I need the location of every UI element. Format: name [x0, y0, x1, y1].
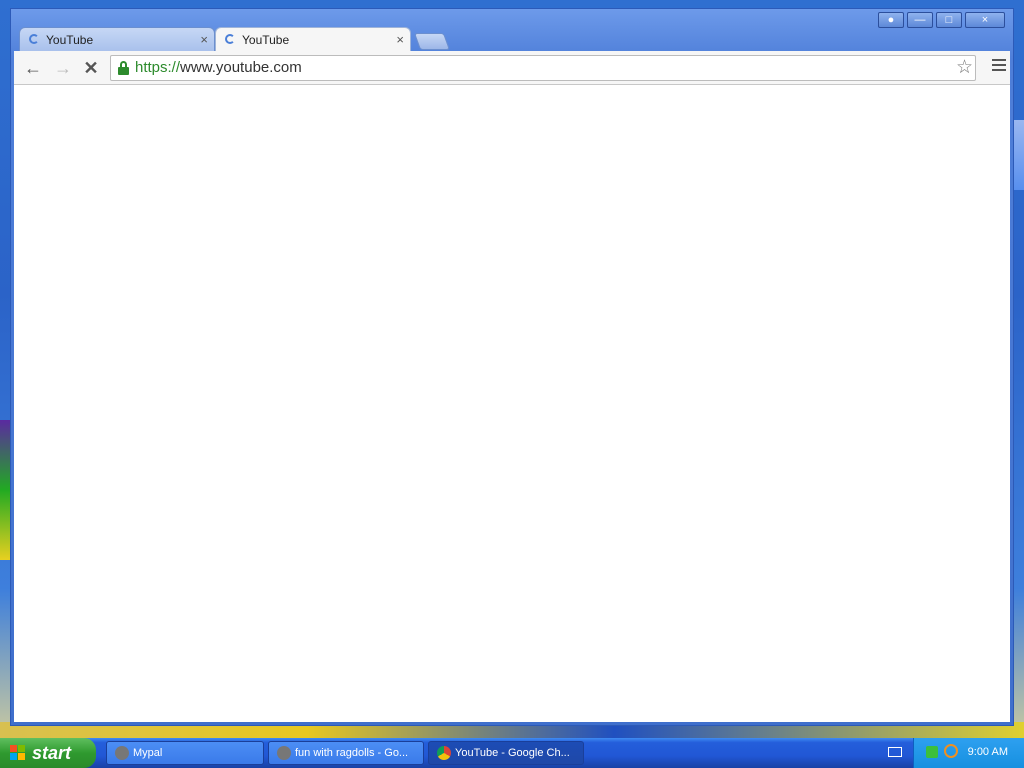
tab-title: YouTube — [242, 33, 290, 47]
new-tab-button[interactable] — [413, 33, 451, 50]
tab-youtube-1[interactable]: YouTube × — [19, 27, 215, 51]
tab-close-icon[interactable]: × — [200, 28, 208, 52]
clock: 9:00 AM — [967, 746, 1008, 758]
url-host: www.youtube.com — [180, 59, 302, 76]
url-text[interactable]: https://www.youtube.com — [135, 59, 302, 77]
tab-strip: YouTube × YouTube × — [19, 27, 1009, 51]
toolbar: ← → ✕ https://www.youtube.com ☆ — [14, 51, 1010, 85]
system-tray: 9:00 AM — [913, 738, 1024, 768]
minimize-icon[interactable]: — — [907, 12, 933, 28]
menu-icon[interactable] — [992, 59, 1006, 74]
network-icon[interactable] — [926, 746, 938, 758]
windows-logo-icon — [10, 745, 26, 761]
address-bar[interactable]: https://www.youtube.com ☆ — [110, 55, 976, 81]
taskbar-item-mypal[interactable]: Mypal — [106, 741, 264, 765]
tab-title: YouTube — [46, 33, 94, 47]
maximize-icon[interactable]: □ — [936, 12, 962, 28]
keyboard-icon[interactable] — [888, 747, 902, 757]
tab-close-icon[interactable]: × — [396, 28, 404, 52]
lock-icon — [118, 61, 129, 75]
chrome-icon — [437, 746, 451, 760]
taskbar-item-ragdolls[interactable]: fun with ragdolls - Go... — [268, 741, 424, 765]
user-icon[interactable]: ● — [878, 12, 904, 28]
taskbar-item-label: YouTube - Google Ch... — [455, 747, 570, 759]
star-icon[interactable]: ☆ — [956, 57, 973, 79]
search-icon[interactable] — [944, 744, 958, 758]
loading-icon — [29, 34, 39, 44]
start-button[interactable]: start — [0, 738, 96, 768]
taskbar-item-label: Mypal — [133, 747, 163, 759]
close-icon[interactable]: × — [965, 12, 1005, 28]
taskbar-item-youtube[interactable]: YouTube - Google Ch... — [428, 741, 584, 765]
back-arrow-icon[interactable]: ← — [22, 57, 44, 79]
window-controls: ● — □ × — [875, 12, 1005, 28]
taskbar-item-label: fun with ragdolls - Go... — [295, 747, 409, 759]
mypal-icon — [115, 746, 129, 760]
forward-arrow-icon[interactable]: → — [52, 57, 74, 79]
start-label: start — [32, 743, 72, 763]
mypal-icon — [277, 746, 291, 760]
url-scheme: https:// — [135, 59, 181, 76]
browser-window: ● — □ × YouTube × YouTube × ← → ✕ https:… — [10, 8, 1014, 726]
loading-icon — [225, 34, 235, 44]
page-content — [14, 85, 1010, 722]
taskbar: start Mypal fun with ragdolls - Go... Yo… — [0, 738, 1024, 768]
stop-icon[interactable]: ✕ — [80, 57, 102, 79]
tab-youtube-2[interactable]: YouTube × — [215, 27, 411, 51]
